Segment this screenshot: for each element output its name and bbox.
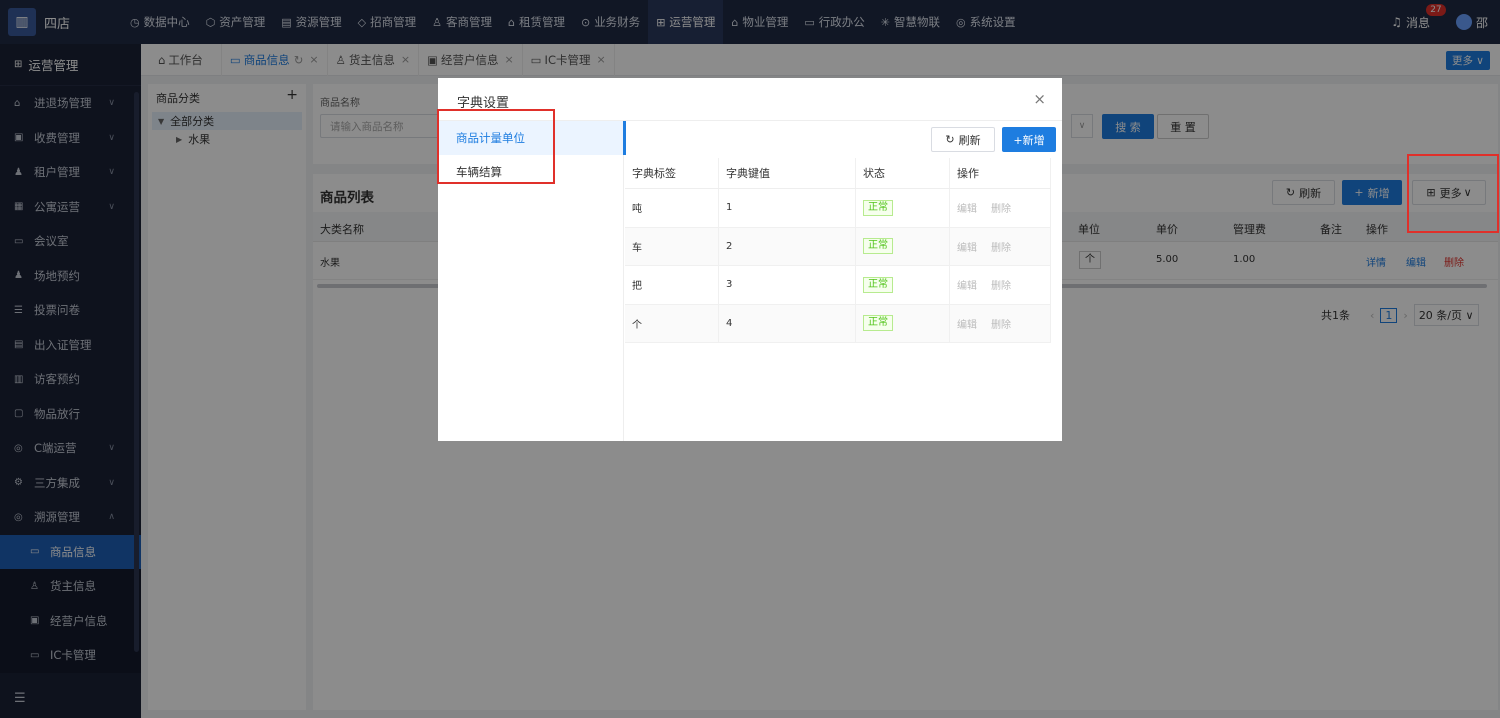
dialog-refresh-button[interactable]: ↻ 刷新: [931, 127, 995, 152]
dict-edit-link[interactable]: 编辑: [957, 200, 977, 215]
dict-delete-link[interactable]: 删除: [991, 316, 1011, 331]
col-dict-status: 状态: [856, 158, 950, 188]
close-icon[interactable]: ×: [1033, 90, 1046, 108]
status-badge: 正常: [863, 238, 893, 255]
cell-dict-label: 个: [625, 304, 719, 342]
cell-dict-status: 正常: [856, 304, 950, 342]
dict-delete-link[interactable]: 删除: [991, 200, 1011, 215]
cell-dict-status: 正常: [856, 227, 950, 265]
cell-dict-actions: 编辑 删除: [950, 189, 1051, 227]
dict-delete-link[interactable]: 删除: [991, 277, 1011, 292]
dialog-refresh-label: 刷新: [958, 133, 981, 147]
col-dict-key: 字典键值: [719, 158, 856, 188]
dict-edit-link[interactable]: 编辑: [957, 277, 977, 292]
col-dict-label: 字典标签: [625, 158, 719, 188]
dict-table-header: 字典标签 字典键值 状态 操作: [625, 158, 1051, 189]
cell-dict-actions: 编辑 删除: [950, 227, 1051, 265]
dict-row: 把 3 正常 编辑 删除: [625, 266, 1051, 305]
cell-dict-status: 正常: [856, 189, 950, 227]
cell-dict-label: 车: [625, 227, 719, 265]
dict-edit-link[interactable]: 编辑: [957, 239, 977, 254]
cell-dict-key: 3: [719, 266, 856, 304]
dict-delete-link[interactable]: 删除: [991, 239, 1011, 254]
dialog-add-button[interactable]: +新增: [1002, 127, 1056, 152]
dict-edit-link[interactable]: 编辑: [957, 316, 977, 331]
highlight-box-dict-types: [437, 109, 555, 184]
dict-row: 车 2 正常 编辑 删除: [625, 227, 1051, 266]
cell-dict-key: 1: [719, 189, 856, 227]
status-badge: 正常: [863, 199, 893, 216]
cell-dict-key: 2: [719, 227, 856, 265]
col-dict-actions: 操作: [950, 158, 1051, 188]
dictionary-table: 字典标签 字典键值 状态 操作 吨 1 正常 编辑 删除车 2 正常 编辑 删除把 3 正常 编辑 删除…: [625, 158, 1051, 343]
cell-dict-key: 4: [719, 304, 856, 342]
cell-dict-actions: 编辑 删除: [950, 266, 1051, 304]
refresh-icon: ↻: [945, 133, 955, 146]
cell-dict-actions: 编辑 删除: [950, 304, 1051, 342]
dict-row: 吨 1 正常 编辑 删除: [625, 189, 1051, 228]
cell-dict-label: 把: [625, 266, 719, 304]
status-badge: 正常: [863, 276, 893, 293]
highlight-box-more-button: [1407, 154, 1499, 233]
cell-dict-status: 正常: [856, 266, 950, 304]
status-badge: 正常: [863, 315, 893, 332]
cell-dict-label: 吨: [625, 189, 719, 227]
dict-row: 个 4 正常 编辑 删除: [625, 304, 1051, 343]
